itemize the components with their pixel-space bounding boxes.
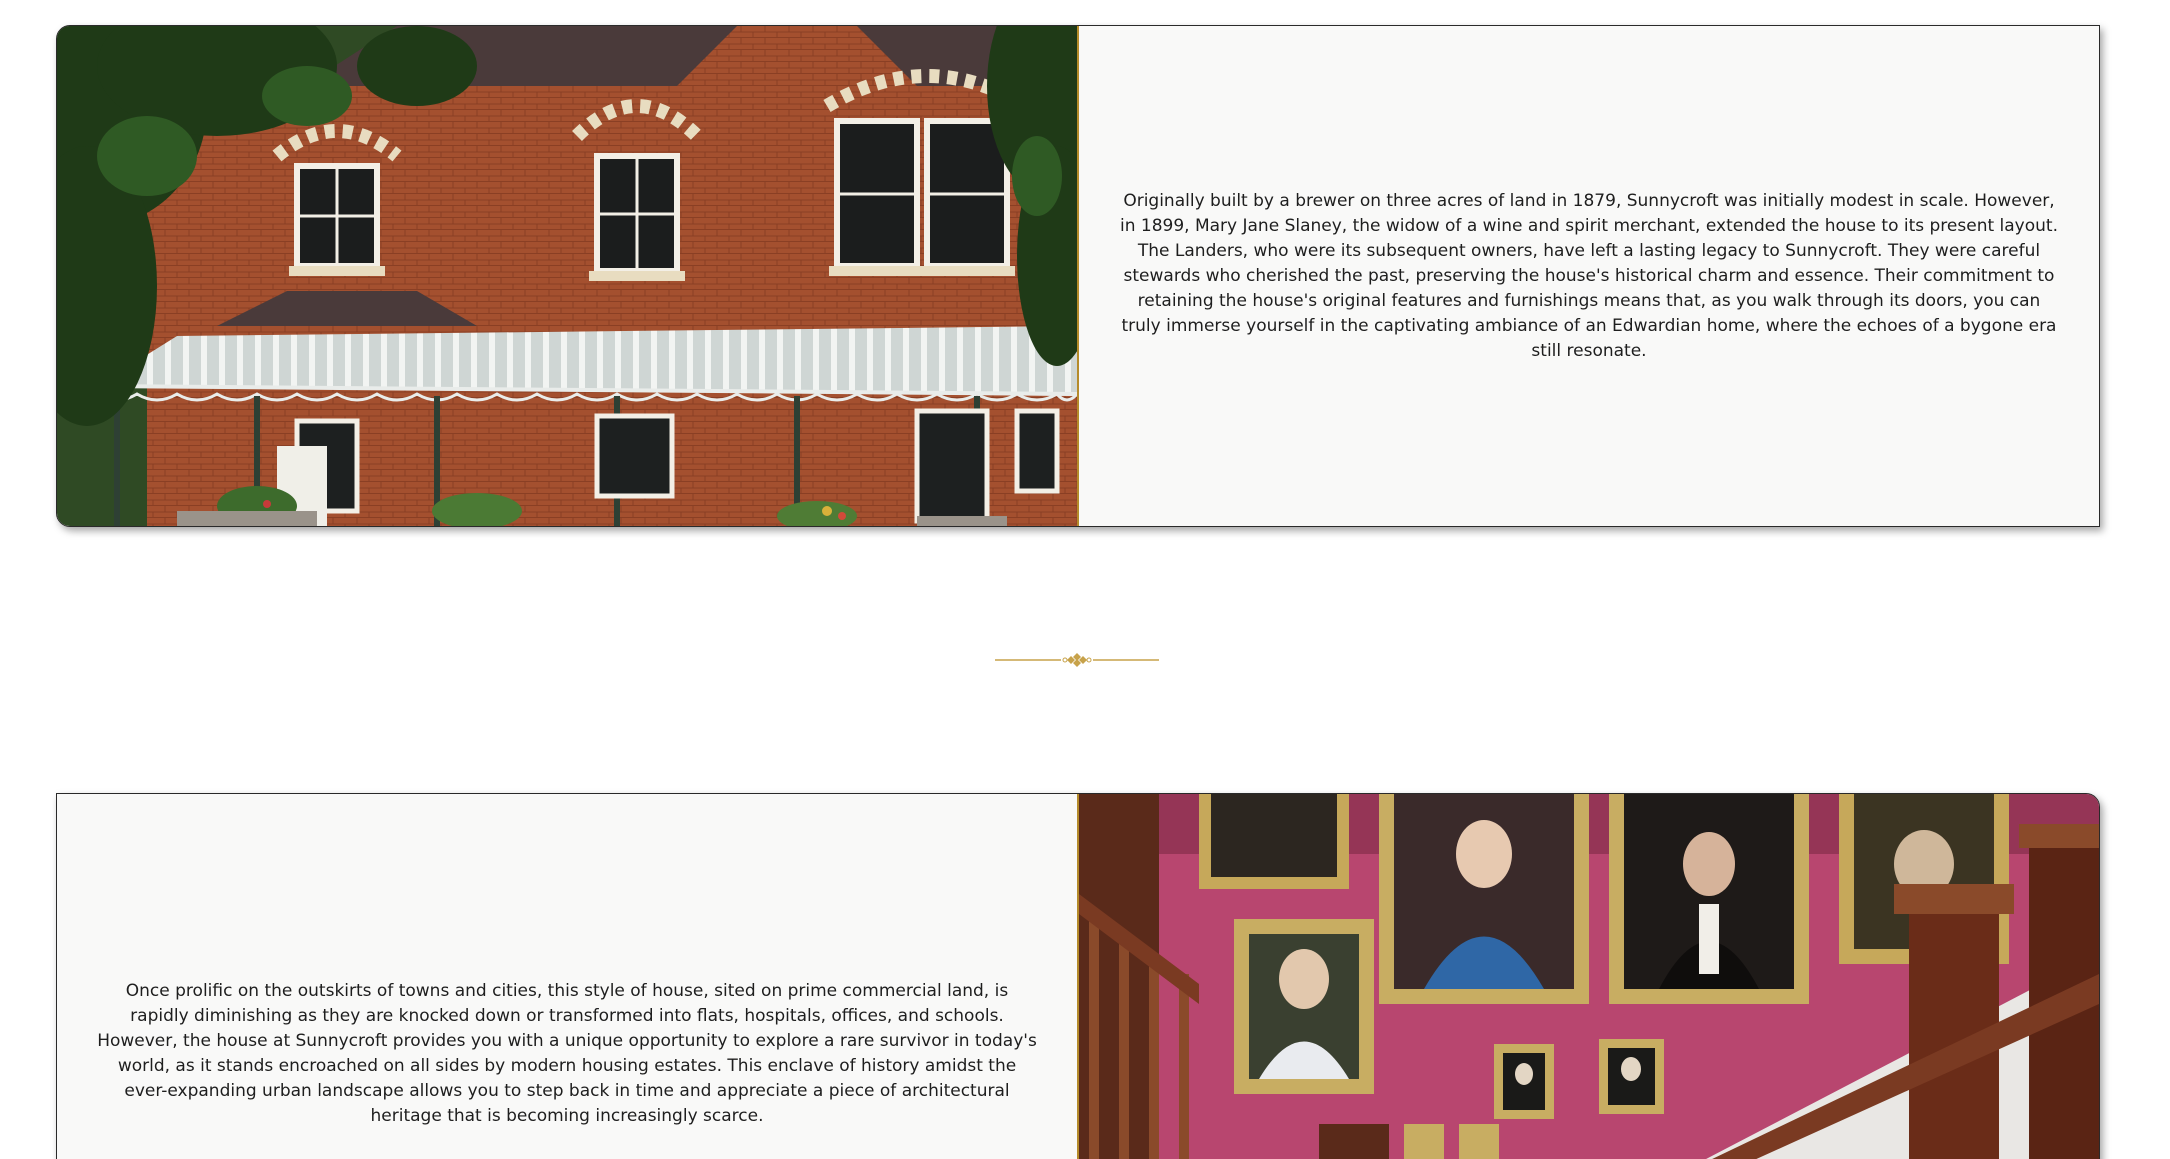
heritage-text-panel: Once prolific on the outskirts of towns … [57, 794, 1077, 1159]
history-card-top: Originally built by a brewer on three ac… [56, 25, 2100, 527]
page: Originally built by a brewer on three ac… [0, 0, 2170, 1159]
house-exterior-image [57, 26, 1079, 526]
ornament-icon [995, 653, 1159, 667]
heritage-paragraph: Once prolific on the outskirts of towns … [97, 981, 1037, 1126]
staircase-portraits-image [1077, 794, 2099, 1159]
house-exterior-illustration [57, 26, 1077, 526]
history-paragraph: Originally built by a brewer on three ac… [1119, 190, 2058, 361]
staircase-portraits-illustration [1079, 794, 2099, 1159]
history-card-bottom: Once prolific on the outskirts of towns … [56, 793, 2100, 1159]
history-text-panel: Originally built by a brewer on three ac… [1079, 26, 2099, 526]
ornament-divider [995, 653, 1159, 667]
